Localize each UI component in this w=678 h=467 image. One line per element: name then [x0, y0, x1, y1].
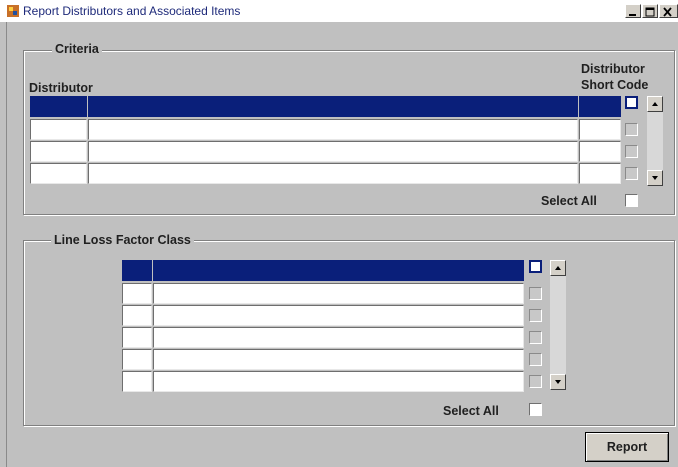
llf-row-checkbox[interactable] [529, 331, 542, 344]
llf-name-cell[interactable] [153, 327, 524, 348]
distributor-code-cell[interactable] [30, 119, 87, 140]
llf-name-cell[interactable] [153, 283, 524, 304]
arrow-down-icon [652, 176, 658, 180]
minimize-button[interactable] [625, 4, 641, 18]
llf-row-checkbox[interactable] [529, 287, 542, 300]
scroll-down-button[interactable] [647, 170, 663, 186]
maximize-icon [645, 7, 655, 17]
short-code-cell[interactable] [579, 141, 621, 162]
llf-row-checkbox[interactable] [529, 353, 542, 366]
llf-select-all-label: Select All [443, 404, 499, 418]
llf-name-cell[interactable] [153, 260, 524, 281]
llf-name-cell[interactable] [153, 349, 524, 370]
minimize-icon [629, 14, 636, 16]
arrow-down-icon [555, 380, 561, 384]
llf-code-cell[interactable] [122, 283, 152, 304]
app-icon [7, 5, 19, 17]
distributor-name-cell[interactable] [88, 163, 578, 184]
llf-code-cell[interactable] [122, 349, 152, 370]
distributor-name-cell[interactable] [88, 96, 578, 117]
arrow-up-icon [555, 266, 561, 270]
distributor-column-header: Distributor [29, 81, 93, 95]
short-code-cell[interactable] [579, 119, 621, 140]
row-checkbox[interactable] [625, 96, 638, 109]
criteria-legend: Criteria [52, 42, 102, 56]
llf-select-all-checkbox[interactable] [529, 403, 542, 416]
llf-name-cell[interactable] [153, 305, 524, 326]
scroll-up-button[interactable] [550, 260, 566, 276]
distributor-name-cell[interactable] [88, 119, 578, 140]
llf-name-cell[interactable] [153, 371, 524, 392]
short-code-cell[interactable] [579, 96, 621, 117]
distributor-name-cell[interactable] [88, 141, 578, 162]
llf-row-checkbox[interactable] [529, 309, 542, 322]
llf-code-cell[interactable] [122, 371, 152, 392]
report-button[interactable]: Report [585, 432, 669, 462]
distributor-code-cell[interactable] [30, 163, 87, 184]
row-checkbox[interactable] [625, 145, 638, 158]
close-icon [663, 7, 672, 17]
maximize-button[interactable] [642, 4, 658, 18]
llf-code-cell[interactable] [122, 260, 152, 281]
llf-row-checkbox[interactable] [529, 375, 542, 388]
scroll-up-button[interactable] [647, 96, 663, 112]
close-button[interactable] [659, 4, 678, 18]
criteria-select-all-checkbox[interactable] [625, 194, 638, 207]
short-code-header-line1: Distributor [581, 62, 645, 76]
short-code-header-line2: Short Code [581, 78, 649, 92]
window-title: Report Distributors and Associated Items [23, 4, 241, 18]
criteria-select-all-label: Select All [541, 194, 597, 208]
row-checkbox[interactable] [625, 167, 638, 180]
llf-row-checkbox[interactable] [529, 260, 542, 273]
llf-code-cell[interactable] [122, 327, 152, 348]
llf-code-cell[interactable] [122, 305, 152, 326]
llf-legend: Line Loss Factor Class [51, 233, 194, 247]
distributor-code-cell[interactable] [30, 141, 87, 162]
scroll-down-button[interactable] [550, 374, 566, 390]
llf-scrollbar[interactable] [550, 260, 566, 390]
row-checkbox[interactable] [625, 123, 638, 136]
short-code-cell[interactable] [579, 163, 621, 184]
arrow-up-icon [652, 102, 658, 106]
distributor-code-cell[interactable] [30, 96, 87, 117]
